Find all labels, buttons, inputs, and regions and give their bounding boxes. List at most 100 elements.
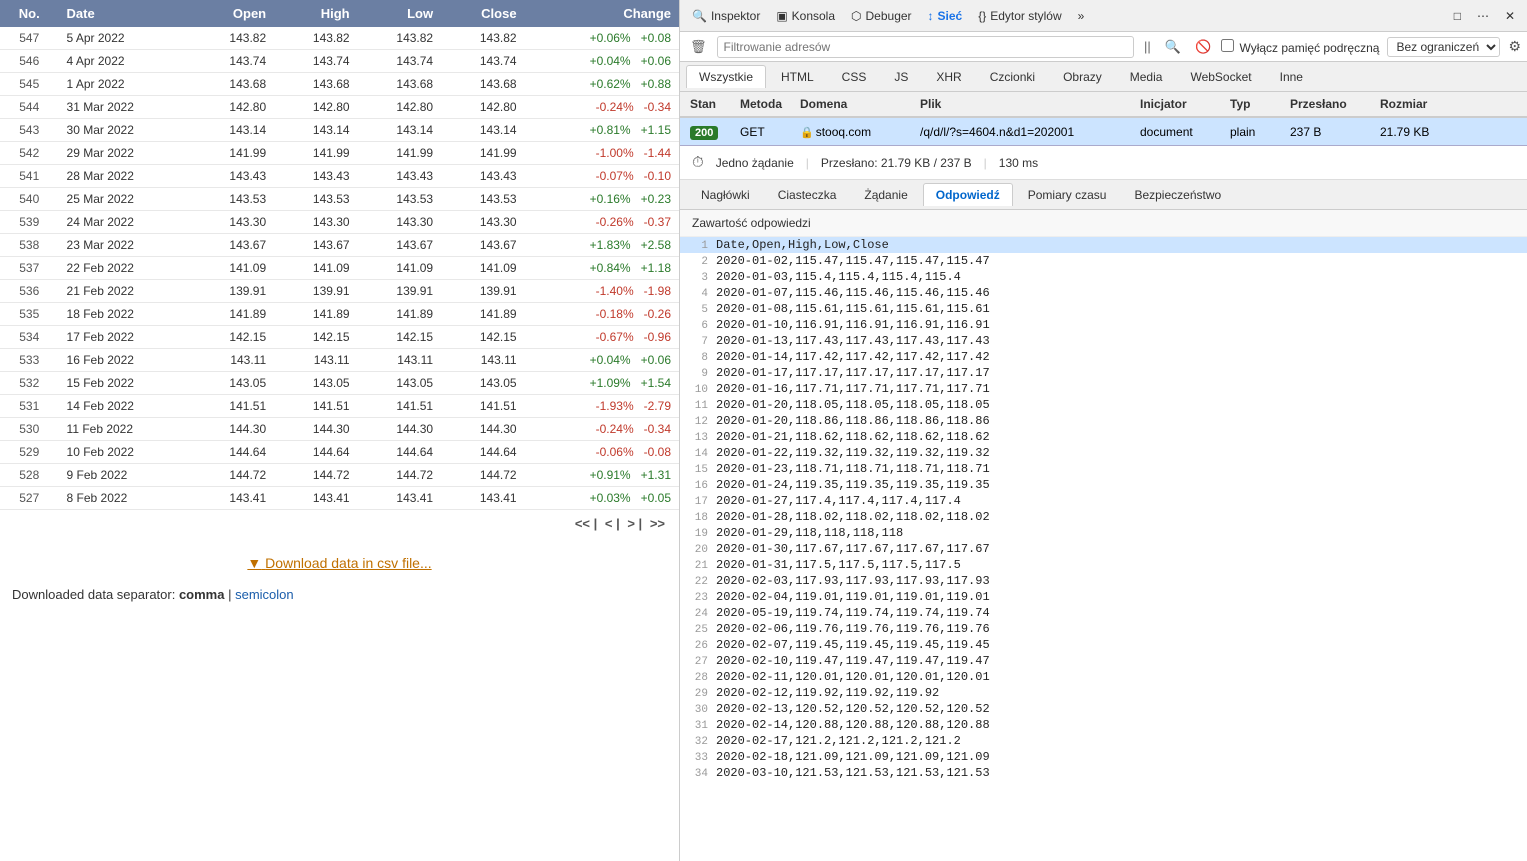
inspector-icon: 🔍 xyxy=(692,9,707,23)
right-panel: 🔍 Inspektor ▣ Konsola ⬡ Debuger ↕ Sieć {… xyxy=(680,0,1527,861)
left-panel: No. Date Open High Low Close Change 547 … xyxy=(0,0,680,861)
lock-icon: 🔒 xyxy=(800,127,814,139)
cell-open: 143.82 xyxy=(191,27,274,50)
cell-date: 25 Mar 2022 xyxy=(59,188,191,211)
network-btn[interactable]: ↕ Sieć xyxy=(922,6,969,26)
pause-btn[interactable]: || xyxy=(1140,37,1155,56)
tab-css[interactable]: CSS xyxy=(829,65,880,88)
table-row[interactable]: 545 1 Apr 2022 143.68 143.68 143.68 143.… xyxy=(0,73,679,96)
pagination-prev[interactable]: < | xyxy=(605,516,620,531)
pagination-next[interactable]: > | xyxy=(627,516,642,531)
line-content: 2020-02-14,120.88,120.88,120.88,120.88 xyxy=(716,718,990,732)
line-content: 2020-01-31,117.5,117.5,117.5,117.5 xyxy=(716,558,961,572)
table-row[interactable]: 546 4 Apr 2022 143.74 143.74 143.74 143.… xyxy=(0,50,679,73)
cell-close: 144.64 xyxy=(441,441,524,464)
table-row[interactable]: 539 24 Mar 2022 143.30 143.30 143.30 143… xyxy=(0,211,679,234)
close-devtools-btn[interactable]: ✕ xyxy=(1499,6,1521,26)
cell-open: 144.30 xyxy=(191,418,274,441)
tab-odpowiedz[interactable]: Odpowiedź xyxy=(923,183,1013,206)
response-line: 21 2020-01-31,117.5,117.5,117.5,117.5 xyxy=(680,557,1527,573)
response-content-area[interactable]: 1 Date,Open,High,Low,Close 2 2020-01-02,… xyxy=(680,237,1527,861)
pagination-last[interactable]: >> xyxy=(650,516,665,531)
cell-date: 4 Apr 2022 xyxy=(59,50,191,73)
search-btn[interactable]: 🔍 xyxy=(1161,37,1185,57)
tab-html[interactable]: HTML xyxy=(768,65,827,88)
filter-input[interactable] xyxy=(717,36,1134,58)
table-row[interactable]: 542 29 Mar 2022 141.99 141.99 141.99 141… xyxy=(0,142,679,165)
tab-bezpieczenstwo[interactable]: Bezpieczeństwo xyxy=(1121,183,1234,206)
timer-icon: ⏱ xyxy=(692,154,704,171)
cell-open: 142.80 xyxy=(191,96,274,119)
options-icon: ⋯ xyxy=(1477,9,1489,23)
dock-btn[interactable]: □ xyxy=(1448,6,1467,26)
table-row[interactable]: 543 30 Mar 2022 143.14 143.14 143.14 143… xyxy=(0,119,679,142)
tab-pomiary[interactable]: Pomiary czasu xyxy=(1015,183,1120,206)
table-row[interactable]: 529 10 Feb 2022 144.64 144.64 144.64 144… xyxy=(0,441,679,464)
line-number: 14 xyxy=(680,448,716,460)
settings-icon[interactable]: ⚙ xyxy=(1508,38,1521,55)
change-val: +1.54 xyxy=(641,376,671,390)
block-btn[interactable]: 🚫 xyxy=(1191,37,1215,57)
tab-ciasteczka[interactable]: Ciasteczka xyxy=(765,183,850,206)
disable-cache-label[interactable]: Wyłącz pamięć podręczną xyxy=(1221,39,1379,55)
tab-xhr[interactable]: XHR xyxy=(923,65,974,88)
line-content: 2020-01-22,119.32,119.32,119.32,119.32 xyxy=(716,446,990,460)
tab-inne[interactable]: Inne xyxy=(1267,65,1316,88)
table-row[interactable]: 531 14 Feb 2022 141.51 141.51 141.51 141… xyxy=(0,395,679,418)
cell-open: 144.72 xyxy=(191,464,274,487)
line-number: 34 xyxy=(680,768,716,780)
table-row[interactable]: 534 17 Feb 2022 142.15 142.15 142.15 142… xyxy=(0,326,679,349)
network-request-row[interactable]: 200 GET 🔒stooq.com /q/d/l/?s=4604.n&d1=2… xyxy=(680,118,1527,146)
tab-naglowki[interactable]: Nagłówki xyxy=(688,183,763,206)
disable-cache-checkbox[interactable] xyxy=(1221,39,1234,52)
change-val: -1.44 xyxy=(644,146,671,160)
console-btn[interactable]: ▣ Konsola xyxy=(770,6,841,26)
table-row[interactable]: 547 5 Apr 2022 143.82 143.82 143.82 143.… xyxy=(0,27,679,50)
inspector-btn[interactable]: 🔍 Inspektor xyxy=(686,6,766,26)
options-btn[interactable]: ⋯ xyxy=(1471,6,1495,26)
table-row[interactable]: 537 22 Feb 2022 141.09 141.09 141.09 141… xyxy=(0,257,679,280)
limit-select[interactable]: Bez ograniczeń xyxy=(1387,37,1500,57)
download-icon: ▼ xyxy=(247,555,261,571)
semicolon-link[interactable]: semicolon xyxy=(235,587,294,602)
tab-media[interactable]: Media xyxy=(1117,65,1176,88)
style-editor-btn[interactable]: {} Edytor stylów xyxy=(972,6,1067,26)
tab-czcionki[interactable]: Czcionki xyxy=(977,65,1048,88)
cell-open: 139.91 xyxy=(191,280,274,303)
response-line: 3 2020-01-03,115.4,115.4,115.4,115.4 xyxy=(680,269,1527,285)
table-row[interactable]: 532 15 Feb 2022 143.05 143.05 143.05 143… xyxy=(0,372,679,395)
tab-websocket[interactable]: WebSocket xyxy=(1177,65,1264,88)
trash-btn[interactable]: 🗑 xyxy=(686,37,711,57)
table-row[interactable]: 530 11 Feb 2022 144.30 144.30 144.30 144… xyxy=(0,418,679,441)
pagination-first[interactable]: << | xyxy=(575,516,597,531)
line-content: 2020-01-10,116.91,116.91,116.91,116.91 xyxy=(716,318,990,332)
table-row[interactable]: 533 16 Feb 2022 143.11 143.11 143.11 143… xyxy=(0,349,679,372)
cell-high: 142.80 xyxy=(274,96,357,119)
line-content: 2020-01-02,115.47,115.47,115.47,115.47 xyxy=(716,254,990,268)
tab-wszystkie[interactable]: Wszystkie xyxy=(686,65,766,88)
col-przeslano: Przesłano xyxy=(1286,97,1376,111)
tab-js[interactable]: JS xyxy=(881,65,921,88)
table-row[interactable]: 535 18 Feb 2022 141.89 141.89 141.89 141… xyxy=(0,303,679,326)
line-number: 15 xyxy=(680,464,716,476)
table-row[interactable]: 540 25 Mar 2022 143.53 143.53 143.53 143… xyxy=(0,188,679,211)
table-row[interactable]: 536 21 Feb 2022 139.91 139.91 139.91 139… xyxy=(0,280,679,303)
table-row[interactable]: 541 28 Mar 2022 143.43 143.43 143.43 143… xyxy=(0,165,679,188)
response-line: 11 2020-01-20,118.05,118.05,118.05,118.0… xyxy=(680,397,1527,413)
table-row[interactable]: 528 9 Feb 2022 144.72 144.72 144.72 144.… xyxy=(0,464,679,487)
col-header-date: Date xyxy=(59,0,191,27)
response-line: 10 2020-01-16,117.71,117.71,117.71,117.7… xyxy=(680,381,1527,397)
table-row[interactable]: 538 23 Mar 2022 143.67 143.67 143.67 143… xyxy=(0,234,679,257)
cell-open: 141.09 xyxy=(191,257,274,280)
debugger-btn[interactable]: ⬡ Debuger xyxy=(845,6,918,26)
line-number: 29 xyxy=(680,688,716,700)
cell-change: -0.18% -0.26 xyxy=(525,303,679,326)
tab-obrazy[interactable]: Obrazy xyxy=(1050,65,1115,88)
download-csv-link[interactable]: ▼ Download data in csv file... xyxy=(247,555,431,571)
table-row[interactable]: 544 31 Mar 2022 142.80 142.80 142.80 142… xyxy=(0,96,679,119)
response-line: 14 2020-01-22,119.32,119.32,119.32,119.3… xyxy=(680,445,1527,461)
table-row[interactable]: 527 8 Feb 2022 143.41 143.41 143.41 143.… xyxy=(0,487,679,510)
more-btn[interactable]: » xyxy=(1072,6,1091,26)
change-val: +1.15 xyxy=(641,123,671,137)
tab-zadanie[interactable]: Żądanie xyxy=(851,183,920,206)
